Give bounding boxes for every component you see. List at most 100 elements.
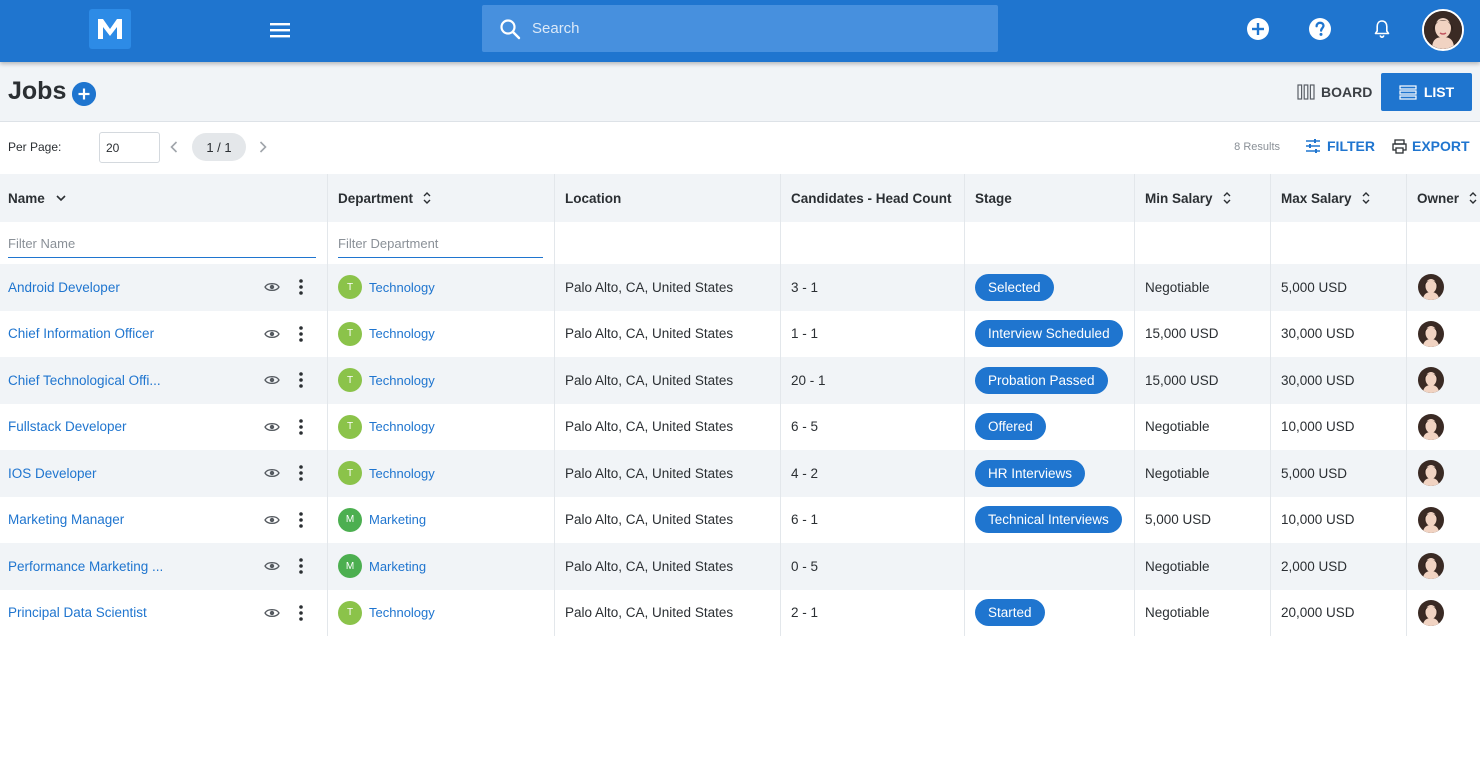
- board-view-button[interactable]: BOARD: [1297, 80, 1372, 104]
- job-name-link[interactable]: Android Developer: [8, 280, 120, 295]
- filter-department-input[interactable]: [338, 230, 543, 258]
- list-view-button[interactable]: LIST: [1381, 73, 1472, 111]
- stage-cell: HR Interviews: [975, 450, 1133, 497]
- add-job-icon[interactable]: [72, 82, 96, 106]
- more-vertical-icon[interactable]: [297, 371, 305, 389]
- owner-avatar[interactable]: [1418, 367, 1444, 394]
- more-vertical-icon[interactable]: [297, 418, 305, 436]
- max-salary-cell: 20,000 USD: [1281, 605, 1355, 621]
- table-row[interactable]: Fullstack Developer T Technology Palo Alto,…: [0, 403, 1480, 451]
- per-page-input[interactable]: [99, 132, 160, 163]
- job-name-link[interactable]: Fullstack Developer: [8, 419, 127, 434]
- more-vertical-icon[interactable]: [297, 464, 305, 482]
- sort-icon[interactable]: [1362, 191, 1370, 205]
- department-link[interactable]: Technology: [369, 280, 435, 295]
- table-row[interactable]: Chief Information Officer T Technology Palo…: [0, 310, 1480, 358]
- eye-icon[interactable]: [264, 421, 280, 433]
- eye-icon[interactable]: [264, 374, 280, 386]
- eye-icon[interactable]: [264, 514, 280, 526]
- eye-icon[interactable]: [264, 467, 280, 479]
- owner-cell: [1418, 311, 1448, 358]
- add-circle-icon[interactable]: [1246, 17, 1270, 41]
- job-name-link[interactable]: Marketing Manager: [8, 512, 124, 527]
- column-divider: [1406, 174, 1407, 636]
- column-header-name[interactable]: Name: [8, 174, 318, 222]
- eye-icon[interactable]: [264, 560, 280, 572]
- owner-avatar[interactable]: [1418, 274, 1444, 301]
- job-name-link[interactable]: Chief Information Officer: [8, 326, 154, 341]
- eye-icon[interactable]: [264, 281, 280, 293]
- app-logo[interactable]: [89, 9, 131, 49]
- department-link[interactable]: Technology: [369, 326, 435, 341]
- owner-avatar[interactable]: [1418, 320, 1444, 347]
- job-name-link[interactable]: Principal Data Scientist: [8, 605, 147, 620]
- column-divider: [780, 174, 781, 636]
- owner-avatar[interactable]: [1418, 553, 1444, 580]
- column-header-max-salary[interactable]: Max Salary: [1281, 174, 1403, 222]
- export-button[interactable]: EXPORT: [1392, 138, 1470, 154]
- department-link[interactable]: Marketing: [369, 512, 426, 527]
- job-name-link[interactable]: Performance Marketing ...: [8, 559, 163, 574]
- owner-avatar-image: [1418, 553, 1444, 580]
- column-header-stage: Stage: [975, 174, 1130, 222]
- sort-icon[interactable]: [1469, 191, 1477, 205]
- department-link[interactable]: Technology: [369, 373, 435, 388]
- per-page-label: Per Page:: [8, 140, 62, 154]
- owner-avatar[interactable]: [1418, 506, 1444, 533]
- max-salary-cell: 5,000 USD: [1281, 465, 1348, 481]
- more-vertical-icon[interactable]: [297, 557, 305, 575]
- candidates-cell: 2 - 1: [791, 605, 819, 621]
- eye-icon[interactable]: [264, 328, 280, 340]
- sort-icon[interactable]: [423, 191, 431, 205]
- bell-icon[interactable]: [1370, 17, 1394, 41]
- department-badge: T: [338, 275, 362, 300]
- owner-avatar-image: [1418, 413, 1444, 440]
- more-vertical-icon[interactable]: [297, 511, 305, 529]
- table-row[interactable]: Marketing Manager M Marketing Palo Alto, CA…: [0, 496, 1480, 543]
- department-cell: T Technology: [338, 357, 548, 404]
- filter-name-input[interactable]: [8, 230, 316, 258]
- sort-icon[interactable]: [1223, 191, 1231, 205]
- min-salary-cell: 5,000 USD: [1145, 512, 1212, 528]
- owner-avatar[interactable]: [1418, 599, 1444, 626]
- column-header-min-salary[interactable]: Min Salary: [1145, 174, 1267, 222]
- column-header-owner[interactable]: Owner: [1417, 174, 1480, 222]
- table-header-row: Name Department Location Candidates - He…: [0, 174, 1480, 222]
- chevron-right-icon[interactable]: [255, 139, 271, 155]
- chevron-left-icon[interactable]: [166, 139, 182, 155]
- stage-badge: Started: [975, 599, 1045, 627]
- department-link[interactable]: Technology: [369, 419, 435, 434]
- job-name-link[interactable]: IOS Developer: [8, 466, 97, 481]
- more-vertical-icon[interactable]: [297, 325, 305, 343]
- eye-icon[interactable]: [264, 607, 280, 619]
- owner-cell: [1418, 450, 1448, 497]
- department-link[interactable]: Technology: [369, 466, 435, 481]
- job-name-link[interactable]: Chief Technological Offi...: [8, 373, 161, 388]
- help-icon[interactable]: [1308, 17, 1332, 41]
- owner-avatar[interactable]: [1418, 460, 1444, 487]
- table-row[interactable]: IOS Developer T Technology Palo Alto, CA, U…: [0, 450, 1480, 497]
- stage-cell: Selected: [975, 264, 1133, 311]
- filter-button[interactable]: FILTER: [1305, 138, 1375, 154]
- chevron-down-icon[interactable]: [55, 193, 67, 203]
- location-cell: Palo Alto, CA, United States: [565, 419, 734, 435]
- job-name-cell: Performance Marketing ...: [8, 543, 248, 590]
- more-vertical-icon[interactable]: [297, 604, 305, 622]
- column-label-owner: Owner: [1417, 190, 1460, 206]
- search-input[interactable]: [532, 5, 972, 52]
- table-row[interactable]: Performance Marketing ... M Marketing Palo …: [0, 543, 1480, 590]
- max-salary-cell: 10,000 USD: [1281, 419, 1355, 435]
- department-link[interactable]: Technology: [369, 605, 435, 620]
- column-header-department[interactable]: Department: [338, 174, 548, 222]
- table-row[interactable]: Android Developer T Technology Palo Alto, C…: [0, 264, 1480, 311]
- table-row[interactable]: Chief Technological Offi... T Technology Pa…: [0, 357, 1480, 404]
- export-label: EXPORT: [1412, 138, 1470, 154]
- more-vertical-icon[interactable]: [297, 278, 305, 296]
- table-row[interactable]: Principal Data Scientist T Technology Palo …: [0, 589, 1480, 636]
- department-link[interactable]: Marketing: [369, 559, 426, 574]
- owner-avatar[interactable]: [1418, 413, 1444, 440]
- menu-icon[interactable]: [268, 19, 292, 41]
- user-avatar[interactable]: [1422, 9, 1464, 51]
- department-cell: T Technology: [338, 404, 548, 451]
- stage-cell: Interview Scheduled: [975, 311, 1133, 358]
